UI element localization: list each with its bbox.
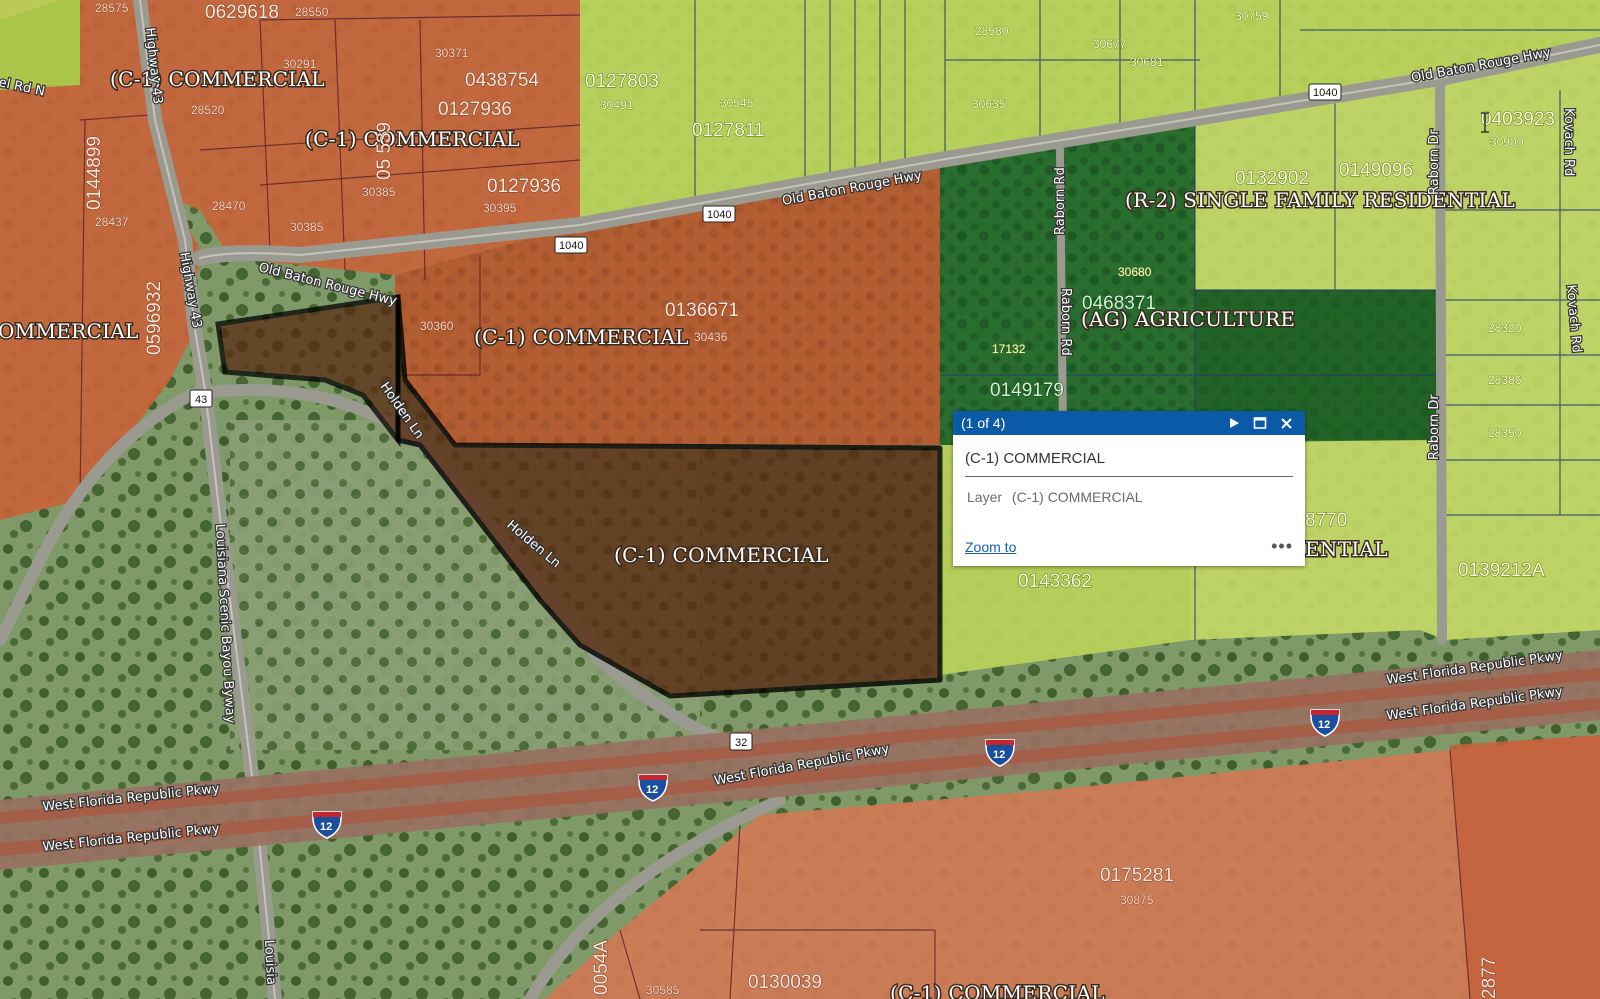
route-43-shield: 43 — [189, 389, 213, 408]
road-label: Raborn Rd — [1053, 167, 1068, 235]
parcel-id: 0403923 — [1481, 109, 1555, 130]
parcel-id: 0139212A — [1458, 560, 1545, 581]
zone-label-r2-partial: ENTIAL — [1305, 537, 1388, 561]
parcel-id: 0438754 — [465, 70, 539, 91]
address-number: 30681 — [1130, 55, 1164, 69]
address-number: 30360 — [420, 319, 454, 333]
parcel-id: 0127803 — [585, 71, 659, 92]
parcel-id: 0143362 — [1018, 571, 1092, 592]
parcel-id: 0132902 — [1235, 168, 1309, 189]
parcel-id: 0175281 — [1100, 865, 1174, 886]
svg-text:12: 12 — [1318, 719, 1330, 731]
parcel-id: 2877 — [1479, 957, 1500, 999]
address-number: 30291 — [283, 57, 317, 71]
route-1040-shield: 1040 — [1308, 83, 1342, 101]
address-number: 28575 — [95, 1, 129, 15]
play-next-icon — [1230, 418, 1239, 428]
zone-label-c1-central: (C-1) COMMERCIAL — [474, 325, 689, 349]
close-icon — [1280, 417, 1292, 429]
popup-footer: Zoom to ••• — [965, 536, 1293, 557]
address-number: 28580 — [975, 24, 1009, 38]
svg-text:12: 12 — [646, 784, 658, 796]
popup-attribute-row: Layer (C-1) COMMERCIAL — [967, 489, 1293, 505]
maximize-button[interactable] — [1249, 412, 1271, 434]
parcel-id: 0596932 — [144, 281, 165, 355]
popup-header: (1 of 4) — [953, 411, 1305, 435]
address-number: 30680 — [1118, 265, 1152, 279]
popup-title: (C-1) COMMERCIAL — [965, 450, 1293, 477]
parcel-id: 8770 — [1305, 510, 1347, 531]
address-number: 30875 — [1120, 893, 1154, 907]
popup-feature-count: (1 of 4) — [961, 415, 1006, 431]
zoning-map[interactable]: (C-1) COMMERCIAL (C-1) COMMERCIAL OMMERC… — [0, 0, 1600, 999]
parcel-id: 0136671 — [665, 300, 739, 321]
address-number: 30759 — [1235, 9, 1269, 23]
svg-text:1040: 1040 — [1313, 87, 1337, 99]
parcel-id: 0629618 — [205, 2, 279, 23]
address-number: 30585 — [646, 983, 680, 997]
address-number: 28350 — [1488, 426, 1522, 440]
svg-text:1040: 1040 — [707, 209, 731, 221]
svg-text:32: 32 — [735, 737, 747, 749]
address-number: 30635 — [972, 97, 1006, 111]
svg-text:1040: 1040 — [559, 240, 583, 252]
maximize-icon — [1253, 417, 1267, 429]
address-number: 30385 — [362, 185, 396, 199]
road-label: Raborn Dr — [1427, 394, 1442, 460]
parcel-id: 0144899 — [84, 136, 105, 210]
svg-text:12: 12 — [320, 821, 332, 833]
close-button[interactable] — [1275, 412, 1297, 434]
route-1040-shield: 1040 — [554, 236, 588, 254]
zone-label-r2: (R-2) SINGLE FAMILY RESIDENTIAL — [1125, 188, 1515, 212]
address-number: 30677 — [1093, 37, 1127, 51]
road-label: Louisia — [261, 939, 278, 985]
road-label: Raborn Dr — [1427, 129, 1442, 195]
address-number: 30436 — [694, 330, 728, 344]
zoom-to-link[interactable]: Zoom to — [965, 539, 1271, 555]
address-number: 28386 — [1488, 373, 1522, 387]
parcel-id: 0127811 — [692, 120, 765, 141]
route-32-shield: 32 — [729, 732, 753, 751]
address-number: 30545 — [720, 96, 754, 110]
zone-label-c1-selected: (C-1) COMMERCIAL — [614, 543, 829, 567]
address-number: 30395 — [483, 201, 517, 215]
svg-text:12: 12 — [993, 749, 1005, 761]
address-number: 28550 — [295, 5, 329, 19]
parcel-id: 0127936 — [487, 176, 561, 197]
attribute-value: (C-1) COMMERCIAL — [1011, 489, 1143, 505]
parcel-id: 0149096 — [1339, 160, 1413, 181]
road-label: Kovach Rd — [1561, 108, 1576, 176]
parcel-id: 0054A — [591, 940, 612, 995]
address-number: 17132 — [992, 342, 1026, 356]
address-number: 28320 — [1488, 321, 1522, 335]
parcel-id: 0127936 — [438, 99, 512, 120]
svg-text:43: 43 — [195, 394, 207, 406]
address-number: 28520 — [191, 103, 225, 117]
address-number: 28470 — [212, 199, 246, 213]
address-number: 30371 — [435, 46, 469, 60]
zone-label-c1-west: OMMERCIAL — [0, 319, 139, 343]
zone-label-c1-north: (C-1) COMMERCIAL — [305, 127, 520, 151]
address-number: 28437 — [95, 215, 129, 229]
parcel-id: 0130039 — [748, 972, 822, 993]
parcel-id: 0468371 — [1082, 293, 1156, 314]
address-number: 30385 — [290, 220, 324, 234]
parcel-id: 05 539 — [374, 122, 395, 180]
route-1040-shield: 1040 — [702, 205, 736, 223]
feature-popup[interactable]: (1 of 4) (C-1) COMMERCIAL Layer (C-1) CO… — [953, 411, 1305, 566]
road-label: Raborn Rd — [1058, 288, 1073, 356]
next-feature-button[interactable] — [1223, 412, 1245, 434]
parcel-id: 0149179 — [990, 380, 1064, 401]
zone-label-c1-south: (C-1) COMMERCIAL — [890, 981, 1105, 999]
more-options-icon[interactable]: ••• — [1271, 536, 1293, 557]
address-number: 30491 — [600, 98, 634, 112]
address-number: 30900 — [1490, 135, 1524, 149]
attribute-key: Layer — [967, 489, 1003, 505]
